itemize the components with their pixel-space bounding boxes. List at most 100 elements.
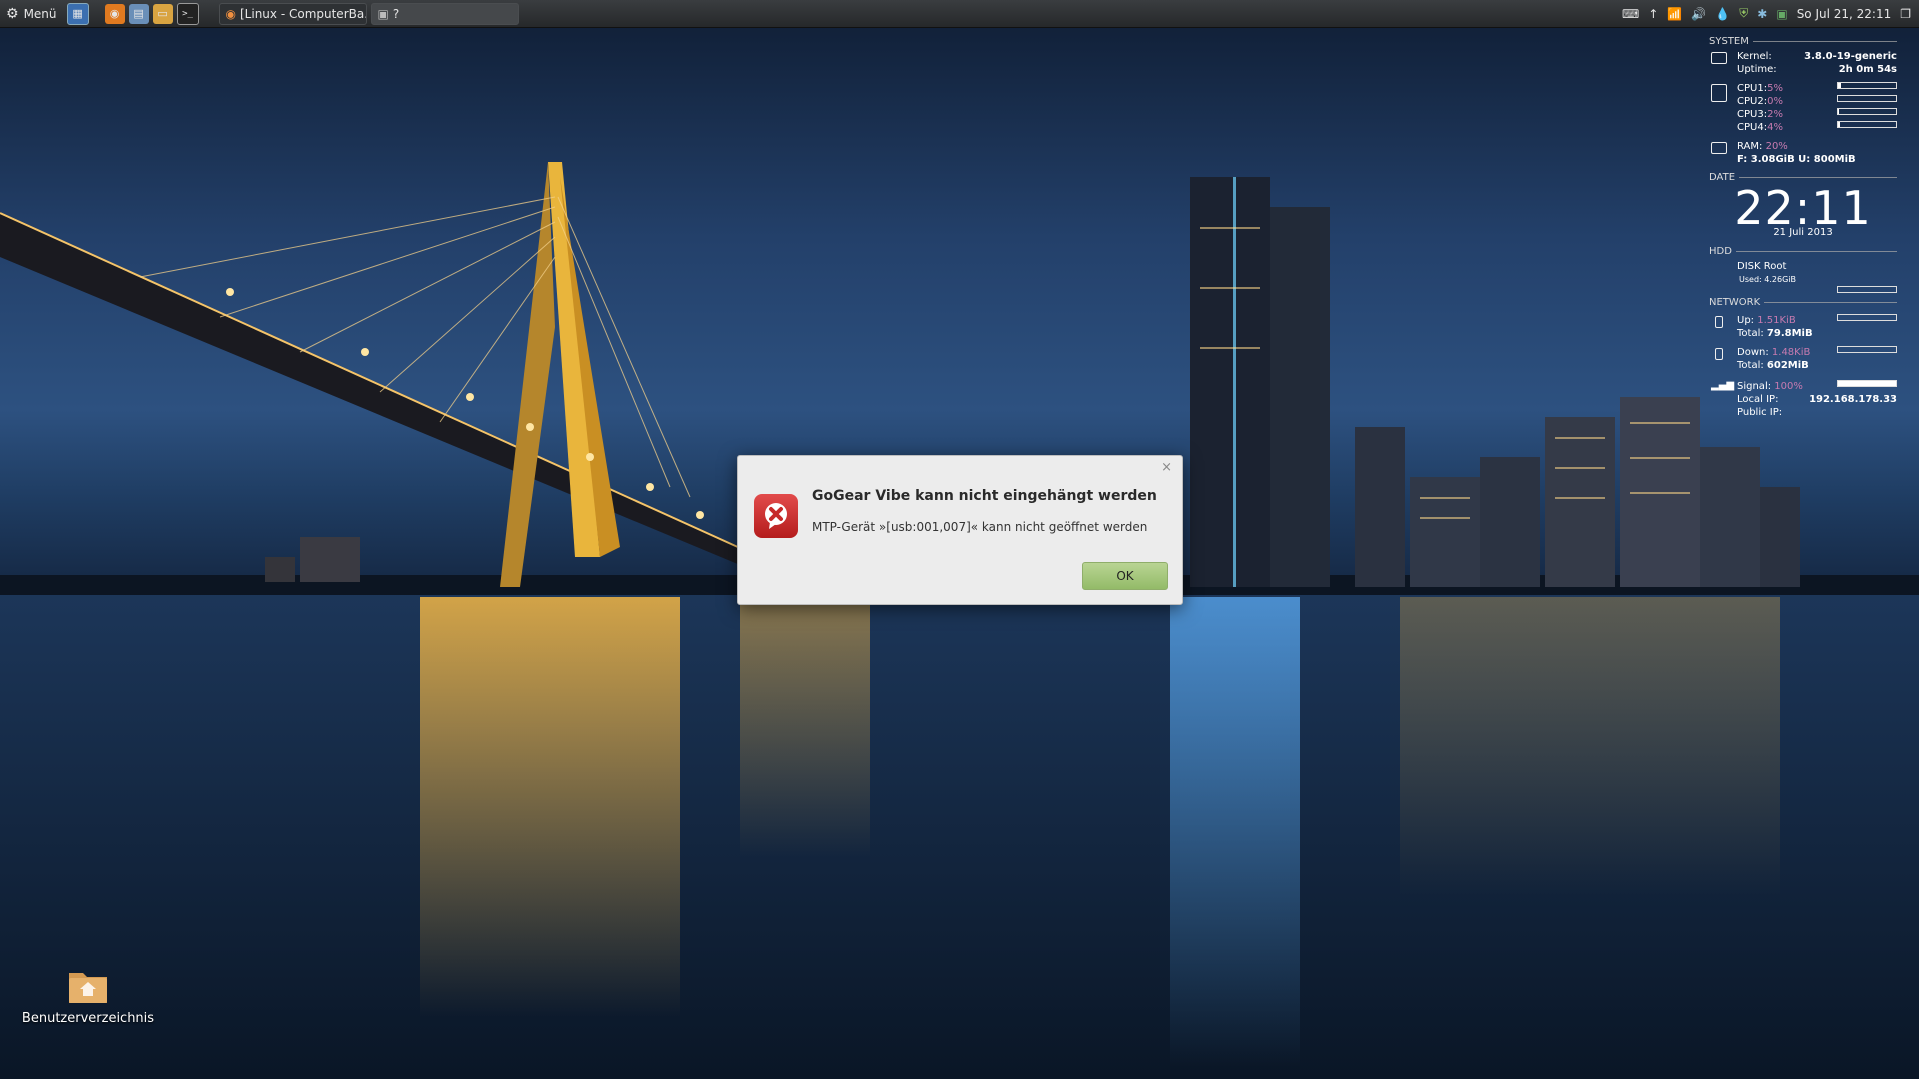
shield-icon[interactable]: ⛨ <box>1739 6 1748 21</box>
signal-value: 100% <box>1774 381 1803 392</box>
task-button-browser[interactable]: ◉ [Linux - ComputerBa... <box>218 2 367 25</box>
net-up-row: Up: 1.51KiB <box>1709 314 1897 327</box>
up-value: 1.51KiB <box>1757 315 1796 326</box>
public-ip-row: Public IP: <box>1709 406 1897 419</box>
dialog-title: GoGear Vibe kann nicht eingehängt werden <box>812 488 1157 504</box>
disk-row: DISK Root <box>1709 260 1897 273</box>
system-tray: ⌨ ↑ 📶 🔊 💧 ⛨ ✱ ▣ So Jul 21, 22:11 ❐ <box>1622 6 1919 21</box>
file-manager-launcher[interactable]: ▤ <box>128 3 149 24</box>
cpu2-value: 0% <box>1767 96 1783 107</box>
desktop-icon: ▦ <box>72 7 83 20</box>
menu-label: Menü <box>23 6 57 21</box>
ram-label: RAM: <box>1737 141 1763 152</box>
error-dialog: × GoGear Vibe kann nicht eingehängt werd… <box>737 455 1183 605</box>
firefox-icon: ◉ <box>109 7 120 20</box>
cpu4-value: 4% <box>1767 122 1783 133</box>
gear-icon: ⚙ <box>6 5 19 22</box>
cpu-icon <box>1711 84 1727 102</box>
disk-used-label: Used: 4.26GiB <box>1739 275 1796 284</box>
signal-bar <box>1837 380 1897 387</box>
ok-button[interactable]: OK <box>1082 562 1168 590</box>
uptime-value: 2h 0m 54s <box>1838 64 1897 75</box>
down-total: 602MiB <box>1766 360 1809 371</box>
top-panel: ⚙ Menü ▦ ◉ ▤ ▭ >_ ◉ [Linux - ComputerBa.… <box>0 0 1919 28</box>
local-ip-label: Local IP: <box>1737 394 1779 405</box>
upload-icon <box>1715 316 1723 328</box>
signal-row: Signal: 100% <box>1709 380 1897 393</box>
cpu-row: CPU2:0% <box>1709 95 1897 108</box>
update-icon[interactable]: ▣ <box>1776 7 1787 21</box>
bluetooth-icon[interactable]: ✱ <box>1757 7 1767 21</box>
keyboard-icon[interactable]: ⌨ <box>1622 7 1639 21</box>
ram-icon <box>1711 142 1727 154</box>
wifi-icon[interactable]: 📶 <box>1667 7 1682 21</box>
task-label: ? <box>392 6 400 21</box>
disk-bar <box>1837 286 1897 293</box>
net-up-total-row: Total: 79.8MiB <box>1709 327 1897 340</box>
cpu1-value: 5% <box>1767 83 1783 94</box>
dialog-message: MTP-Gerät »[usb:001,007]« kann nicht geö… <box>812 520 1148 534</box>
disk-label: DISK Root <box>1737 261 1787 272</box>
net-down-total-row: Total: 602MiB <box>1709 359 1897 372</box>
kernel-row: Kernel: 3.8.0-19-generic <box>1709 50 1897 63</box>
task-button-dialog[interactable]: ▣ ? <box>370 2 519 25</box>
menu-button[interactable]: ⚙ Menü <box>0 0 65 27</box>
conky-clock: 22:11 <box>1734 181 1872 235</box>
panel-clock[interactable]: So Jul 21, 22:11 <box>1797 7 1892 21</box>
uptime-label: Uptime: <box>1737 64 1777 75</box>
down-total-label: Total: <box>1737 360 1764 371</box>
volume-icon[interactable]: 🔊 <box>1691 7 1706 21</box>
up-bar <box>1837 314 1897 321</box>
net-down-row: Down: 1.48KiB <box>1709 346 1897 359</box>
cpu-row: CPU4:4% <box>1709 121 1897 134</box>
network-heading: NETWORK <box>1709 297 1897 308</box>
file-manager-icon: ▤ <box>133 7 144 20</box>
cpu2-label: CPU2: <box>1737 96 1768 107</box>
home-folder-label: Benutzerverzeichnis <box>21 1011 155 1026</box>
cpu3-label: CPU3: <box>1737 109 1768 120</box>
public-ip-label: Public IP: <box>1737 407 1783 418</box>
kernel-value: 3.8.0-19-generic <box>1804 51 1897 62</box>
conky-system-monitor: SYSTEM Kernel: 3.8.0-19-generic Uptime: … <box>1709 36 1897 419</box>
folder-icon: ▭ <box>157 7 168 20</box>
terminal-launcher[interactable]: >_ <box>176 2 199 25</box>
system-heading: SYSTEM <box>1709 36 1897 47</box>
up-total-label: Total: <box>1737 328 1764 339</box>
kernel-label: Kernel: <box>1737 51 1772 62</box>
disk-bar-row <box>1709 286 1897 293</box>
cpu1-bar <box>1837 82 1897 89</box>
cpu3-value: 2% <box>1767 109 1783 120</box>
signal-icon: ▂▄▆ <box>1711 380 1735 391</box>
local-ip-value: 192.168.178.33 <box>1809 394 1897 405</box>
cpu1-label: CPU1: <box>1737 83 1768 94</box>
error-icon <box>754 494 798 538</box>
task-label: [Linux - ComputerBa... <box>240 6 367 21</box>
cpu4-label: CPU4: <box>1737 122 1768 133</box>
cpu3-bar <box>1837 108 1897 115</box>
down-label: Down: <box>1737 347 1769 358</box>
dialog-icon: ▣ <box>377 6 389 21</box>
signal-label: Signal: <box>1737 381 1772 392</box>
up-label: Up: <box>1737 315 1755 326</box>
ram-detail: F: 3.08GiB U: 800MiB <box>1737 154 1856 165</box>
monitor-icon <box>1711 52 1727 64</box>
drop-icon[interactable]: 💧 <box>1715 7 1730 21</box>
window-list-icon[interactable]: ❐ <box>1900 7 1911 21</box>
hdd-heading: HDD <box>1709 246 1897 257</box>
cpu-row: CPU1:5% <box>1709 82 1897 95</box>
download-icon <box>1715 348 1723 360</box>
home-folder-desktop-icon[interactable]: Benutzerverzeichnis <box>20 967 156 1026</box>
close-icon[interactable]: × <box>1161 460 1172 475</box>
terminal-icon: >_ <box>182 8 193 19</box>
uptime-row: Uptime: 2h 0m 54s <box>1709 63 1897 76</box>
down-bar <box>1837 346 1897 353</box>
show-desktop-launcher[interactable]: ▦ <box>66 2 89 25</box>
ram-value: 20% <box>1765 141 1788 152</box>
cpu2-bar <box>1837 95 1897 102</box>
home-folder-icon <box>67 967 109 1005</box>
firefox-icon: ◉ <box>225 6 236 21</box>
down-value: 1.48KiB <box>1771 347 1811 358</box>
firefox-launcher[interactable]: ◉ <box>104 3 125 24</box>
upload-icon[interactable]: ↑ <box>1648 7 1658 21</box>
home-folder-launcher[interactable]: ▭ <box>152 3 173 24</box>
